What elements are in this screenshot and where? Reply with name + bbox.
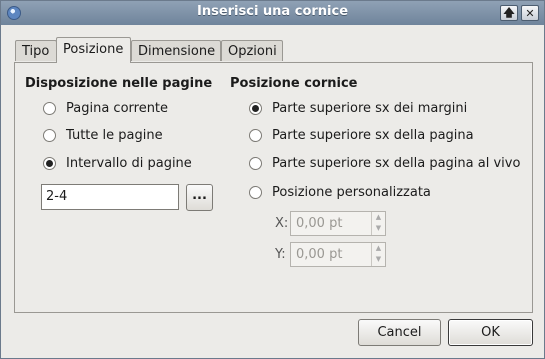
tab-dimensione[interactable]: Dimensione [131,40,221,61]
x-label: X: [275,216,289,231]
radio-pagina-corrente[interactable]: Pagina corrente [43,101,168,116]
radio-label: Intervallo di pagine [66,156,192,171]
tab-posizione[interactable]: Posizione [56,37,131,63]
window-title: Inserisci una cornice [196,4,349,19]
ok-button[interactable]: OK [448,319,533,346]
tab-opzioni[interactable]: Opzioni [221,40,283,61]
x-spinbox[interactable]: 0,00 pt ▲ ▼ [290,211,386,236]
close-icon: ✕ [525,6,535,20]
radio-indicator [249,102,262,115]
radio-indicator [249,186,262,199]
radio-tutte-le-pagine[interactable]: Tutte le pagine [43,128,163,143]
x-value: 0,00 pt [296,216,343,231]
y-value: 0,00 pt [296,247,343,262]
spin-up-icon[interactable]: ▲ [372,212,385,223]
radio-label: Tutte le pagine [66,128,163,143]
y-label: Y: [275,247,286,262]
radio-intervallo-di-pagine[interactable]: Intervallo di pagine [43,156,192,171]
cancel-button[interactable]: Cancel [358,319,441,346]
spin-arrows[interactable]: ▲ ▼ [371,212,385,235]
keep-above-button[interactable]: 🡅 [500,5,518,21]
radio-label: Pagina corrente [66,101,169,116]
spin-down-icon[interactable]: ▼ [372,254,385,265]
tab-label: Tipo [22,44,50,59]
spin-arrows[interactable]: ▲ ▼ [371,243,385,266]
frame-position-heading: Posizione cornice [230,76,358,91]
spin-up-icon[interactable]: ▲ [372,243,385,254]
radio-label: Posizione personalizzata [272,185,431,200]
arrow-up-icon: 🡅 [503,5,515,19]
tab-label: Posizione [63,42,124,57]
radio-pagina-al-vivo[interactable]: Parte superiore sx della pagina al vivo [249,156,520,171]
y-spinbox[interactable]: 0,00 pt ▲ ▼ [290,242,386,267]
radio-personalizzata[interactable]: Posizione personalizzata [249,185,431,200]
radio-indicator [43,102,56,115]
title-bar[interactable]: Inserisci una cornice 🡅 ✕ [1,1,544,25]
radio-indicator [249,157,262,170]
radio-indicator [249,129,262,142]
close-button[interactable]: ✕ [521,5,539,21]
radio-pagina[interactable]: Parte superiore sx della pagina [249,128,474,143]
page-range-input[interactable]: 2-4 [41,184,179,210]
placement-heading: Disposizione nelle pagine [25,76,213,91]
spin-down-icon[interactable]: ▼ [372,223,385,234]
radio-label: Parte superiore sx della pagina [272,128,474,143]
radio-indicator [43,129,56,142]
radio-label: Parte superiore sx dei margini [272,101,468,116]
browse-button[interactable]: ... [186,184,213,211]
radio-margini[interactable]: Parte superiore sx dei margini [249,101,467,116]
tab-tipo[interactable]: Tipo [15,40,57,61]
dialog-window: Inserisci una cornice 🡅 ✕ Tipo Posizione… [0,0,545,359]
radio-indicator [43,157,56,170]
radio-label: Parte superiore sx della pagina al vivo [272,156,521,171]
tab-label: Opzioni [228,44,277,59]
tab-label: Dimensione [138,44,216,59]
